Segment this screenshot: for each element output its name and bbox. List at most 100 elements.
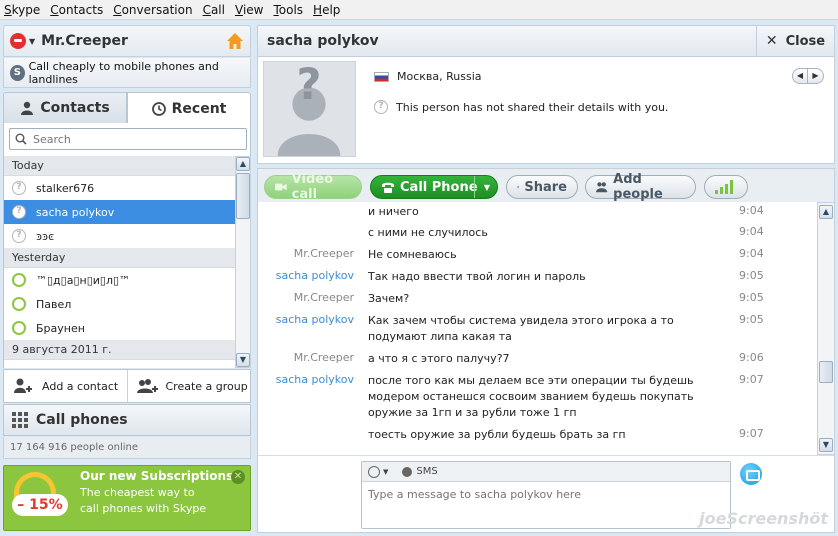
message: Mr.Creeper а что я с этого палучу?7 9:06 bbox=[258, 351, 817, 371]
call-toolbar: Video call Call Phone ▼ Share Add people bbox=[257, 168, 835, 202]
svg-text:?: ? bbox=[297, 61, 322, 110]
chat-scrollbar[interactable]: ▲ ▼ bbox=[817, 202, 835, 455]
person-icon bbox=[21, 101, 34, 115]
menu-conversation[interactable]: Conversation bbox=[113, 3, 192, 17]
sms-label[interactable]: SMS bbox=[416, 466, 437, 477]
scroll-down-icon[interactable]: ▼ bbox=[236, 353, 250, 367]
promo-bar[interactable]: S Call cheaply to mobile phones and land… bbox=[3, 58, 251, 88]
subscription-ad[interactable]: – 15% Our new Subscriptions - The cheape… bbox=[3, 465, 251, 531]
call-quality-button[interactable] bbox=[704, 175, 748, 199]
add-people-icon bbox=[596, 182, 608, 193]
contact-name: Браунен bbox=[36, 321, 85, 335]
add-contact-label: Add a contact bbox=[42, 379, 119, 393]
call-phone-button[interactable]: Call Phone ▼ bbox=[370, 175, 498, 199]
search-input[interactable] bbox=[33, 132, 233, 146]
list-item[interactable]: ™▯д▯а▯н▯и▯л▯™ bbox=[4, 268, 235, 292]
chevron-left-icon[interactable]: ◀ bbox=[792, 68, 808, 84]
message-time: 9:04 bbox=[739, 247, 764, 260]
profile-name[interactable]: Mr.Creeper bbox=[41, 33, 128, 49]
create-group-button[interactable]: Create a group bbox=[128, 370, 251, 402]
watermark-logo: joeScreenshöt bbox=[699, 509, 828, 528]
message-text: тоесть оружие за рубли будешь брать за г… bbox=[368, 428, 626, 441]
status-busy-icon[interactable] bbox=[10, 33, 26, 49]
add-contact-button[interactable]: Add a contact bbox=[4, 370, 128, 402]
group-header-date[interactable]: 9 августа 2011 г. bbox=[4, 340, 235, 360]
unknown-status-icon: ? bbox=[374, 100, 388, 114]
skype-credit-icon: S bbox=[10, 64, 25, 81]
unknown-status-icon: ? bbox=[12, 181, 26, 195]
profile-bar[interactable]: ▼ Mr.Creeper bbox=[3, 25, 251, 57]
send-icon[interactable] bbox=[740, 463, 762, 485]
split-divider bbox=[474, 176, 475, 198]
menu-call[interactable]: Call bbox=[203, 3, 225, 17]
message: и ничего 9:04 bbox=[258, 204, 817, 224]
tab-recent-label: Recent bbox=[171, 100, 227, 117]
scroll-thumb[interactable] bbox=[819, 361, 833, 383]
offline-status-icon bbox=[12, 273, 26, 287]
call-phones-button[interactable]: Call phones bbox=[3, 404, 251, 436]
scroll-up-icon[interactable]: ▲ bbox=[819, 205, 833, 219]
home-icon[interactable] bbox=[226, 32, 244, 50]
list-item-selected[interactable]: ? sacha polykov bbox=[4, 200, 235, 224]
avatar: ? bbox=[263, 61, 356, 157]
message-history: и ничего 9:04 с ними не случилось 9:04 M… bbox=[257, 202, 817, 455]
message-sender[interactable]: sacha polykov bbox=[258, 313, 354, 326]
chevron-down-icon[interactable]: ▼ bbox=[383, 468, 388, 476]
conversation-title: sacha polykov bbox=[267, 33, 379, 49]
message: sacha polykov Как зачем чтобы система ув… bbox=[258, 313, 817, 347]
profile-nav: ◀ ▶ bbox=[792, 68, 824, 84]
menu-view[interactable]: View bbox=[235, 3, 263, 17]
list-item[interactable]: Павел bbox=[4, 292, 235, 316]
video-camera-icon bbox=[275, 183, 287, 191]
menu-skype[interactable]: Skype bbox=[4, 3, 40, 17]
message-time: 9:05 bbox=[739, 313, 764, 326]
group-header-today[interactable]: Today bbox=[4, 156, 235, 176]
message: Mr.Creeper Не сомневаюсь 9:04 bbox=[258, 247, 817, 267]
russia-flag-icon bbox=[374, 71, 389, 82]
dialpad-icon bbox=[12, 412, 28, 428]
message-text: Не сомневаюсь bbox=[368, 248, 457, 261]
close-button[interactable]: ✕ Close bbox=[756, 26, 834, 56]
list-item[interactable]: ? stalker676 bbox=[4, 176, 235, 200]
conversation-pane: sacha polykov ✕ Close ? Москва, Russia ?… bbox=[257, 25, 835, 533]
scroll-thumb[interactable] bbox=[236, 173, 250, 219]
chevron-right-icon[interactable]: ▶ bbox=[808, 68, 824, 84]
chevron-down-icon[interactable]: ▼ bbox=[484, 183, 490, 192]
message: sacha polykov Так надо ввести твой логин… bbox=[258, 269, 817, 289]
list-item[interactable]: ? ͽͽͼ bbox=[4, 224, 235, 248]
tab-recent[interactable]: Recent bbox=[127, 92, 251, 124]
contact-actions: Add a contact Create a group bbox=[3, 369, 251, 403]
message-text: Как зачем чтобы система увидела этого иг… bbox=[368, 314, 674, 343]
message: тоесть оружие за рубли будешь брать за г… bbox=[258, 427, 817, 447]
message-sender[interactable]: sacha polykov bbox=[258, 269, 354, 282]
recent-list: Today ? stalker676 ? sacha polykov ? ͽͽͼ… bbox=[3, 156, 235, 368]
sms-icon[interactable] bbox=[402, 466, 413, 477]
close-icon[interactable]: ✕ bbox=[231, 470, 245, 484]
contact-name: stalker676 bbox=[36, 181, 95, 195]
add-people-button[interactable]: Add people bbox=[585, 172, 696, 202]
message-sender[interactable]: sacha polykov bbox=[258, 373, 354, 386]
message: sacha polykov после того как мы делаем в… bbox=[258, 373, 817, 423]
search-box[interactable] bbox=[9, 128, 247, 150]
menu-help[interactable]: Help bbox=[313, 3, 340, 17]
menu-tools[interactable]: Tools bbox=[273, 3, 303, 17]
composer-toolbar: ▼ SMS bbox=[362, 462, 730, 482]
location: Москва, Russia bbox=[374, 70, 482, 83]
message-sender: Mr.Creeper bbox=[293, 247, 354, 260]
menu-contacts[interactable]: Contacts bbox=[50, 3, 103, 17]
share-button[interactable]: Share bbox=[506, 175, 578, 199]
scroll-up-icon[interactable]: ▲ bbox=[236, 157, 250, 171]
message-sender: Mr.Creeper bbox=[293, 291, 354, 304]
list-item[interactable]: Браунен bbox=[4, 316, 235, 340]
scroll-down-icon[interactable]: ▼ bbox=[819, 438, 833, 452]
message-input[interactable] bbox=[362, 483, 730, 528]
video-call-button[interactable]: Video call bbox=[264, 172, 362, 202]
group-header-yesterday[interactable]: Yesterday bbox=[4, 248, 235, 268]
unknown-status-icon: ? bbox=[12, 205, 26, 219]
message-time: 9:04 bbox=[739, 204, 764, 217]
tab-contacts[interactable]: Contacts bbox=[3, 92, 127, 124]
emoticon-icon[interactable] bbox=[368, 465, 380, 478]
list-scrollbar[interactable]: ▲ ▼ bbox=[235, 156, 251, 368]
chevron-down-icon[interactable]: ▼ bbox=[29, 37, 35, 46]
tab-contacts-label: Contacts bbox=[40, 100, 110, 116]
